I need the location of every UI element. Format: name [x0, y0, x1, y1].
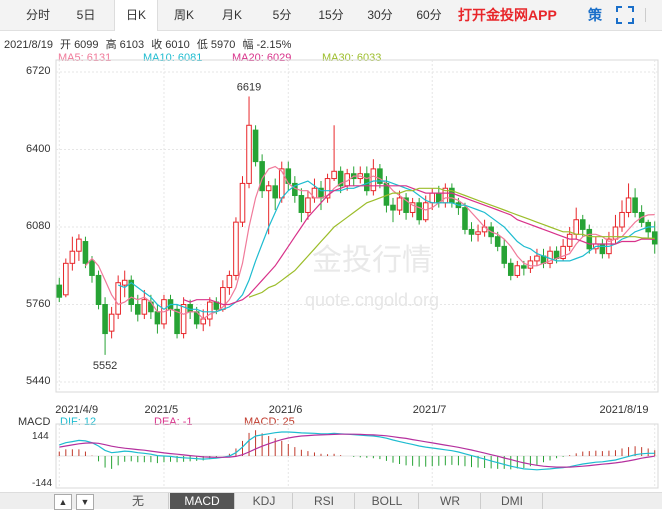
candle-body: [429, 192, 436, 204]
candle-body: [514, 265, 521, 276]
candle-body: [108, 313, 115, 332]
candle-body: [632, 197, 638, 213]
candle-body: [534, 255, 540, 262]
candle-body: [599, 243, 606, 255]
candle-body: [331, 170, 337, 180]
annotation-1: 5552: [93, 360, 117, 372]
candle-body: [246, 124, 252, 184]
watermark-name: 金投行情: [312, 243, 432, 278]
candle-body: [82, 241, 89, 264]
price-panel-frame: [55, 59, 659, 393]
candle-body: [95, 274, 102, 305]
candle-body: [265, 185, 272, 192]
candle-body: [625, 197, 632, 213]
indicator-tab-1[interactable]: MACD: [170, 493, 235, 509]
candle-body: [63, 262, 69, 296]
candle-body: [226, 274, 233, 289]
candle-body: [200, 318, 207, 325]
indicator-tab-2[interactable]: KDJ: [236, 493, 293, 509]
candle-body: [115, 282, 121, 315]
indicator-tab-4[interactable]: BOLL: [356, 493, 419, 509]
candle-body: [573, 219, 579, 235]
candle-body: [252, 129, 259, 163]
candle-body: [89, 260, 95, 276]
candle-body: [422, 202, 429, 221]
candle-body: [501, 245, 508, 264]
kline-chart[interactable]: 金投行情 quote.cngold.org 6619 5552: [0, 0, 662, 492]
candle-body: [102, 304, 108, 335]
candle-body: [579, 219, 586, 230]
candle-body: [76, 238, 82, 252]
dea-line: [59, 433, 655, 468]
candle-body: [475, 231, 481, 235]
candle-body: [396, 197, 403, 211]
candle-body: [305, 197, 311, 213]
candle-body: [141, 299, 148, 315]
candle-body: [298, 195, 305, 213]
indicator-tab-0[interactable]: 无: [108, 493, 169, 509]
candle-body: [206, 301, 213, 320]
candle-body: [462, 207, 468, 230]
candle-body: [507, 262, 514, 276]
candle-body: [390, 204, 396, 211]
candle-body: [521, 265, 527, 269]
candle-body: [239, 182, 246, 223]
candle-body: [619, 211, 625, 228]
candle-body: [69, 250, 76, 264]
candle-body: [370, 168, 377, 192]
candle-body: [416, 202, 422, 221]
watermark-url: quote.cngold.org: [305, 290, 439, 310]
candle-body: [121, 279, 128, 286]
candle-body: [586, 228, 593, 250]
candle-body: [180, 304, 187, 335]
indicator-tab-bar: ▲ ▼ 无 MACD KDJ RSI BOLL WR DMI: [0, 492, 662, 510]
candle-body: [566, 233, 573, 247]
candle-body: [468, 228, 475, 235]
candle-body: [494, 236, 501, 247]
candle-body: [272, 185, 278, 199]
annotation-0: 6619: [237, 81, 261, 93]
candle-body: [233, 221, 239, 276]
candle-body: [135, 304, 141, 315]
candle-body: [527, 260, 534, 269]
candle-body: [154, 311, 161, 325]
candle-body: [56, 284, 63, 298]
indicator-tab-5[interactable]: WR: [420, 493, 481, 509]
indicator-tab-6[interactable]: DMI: [482, 493, 543, 509]
indicator-tab-3[interactable]: RSI: [294, 493, 355, 509]
